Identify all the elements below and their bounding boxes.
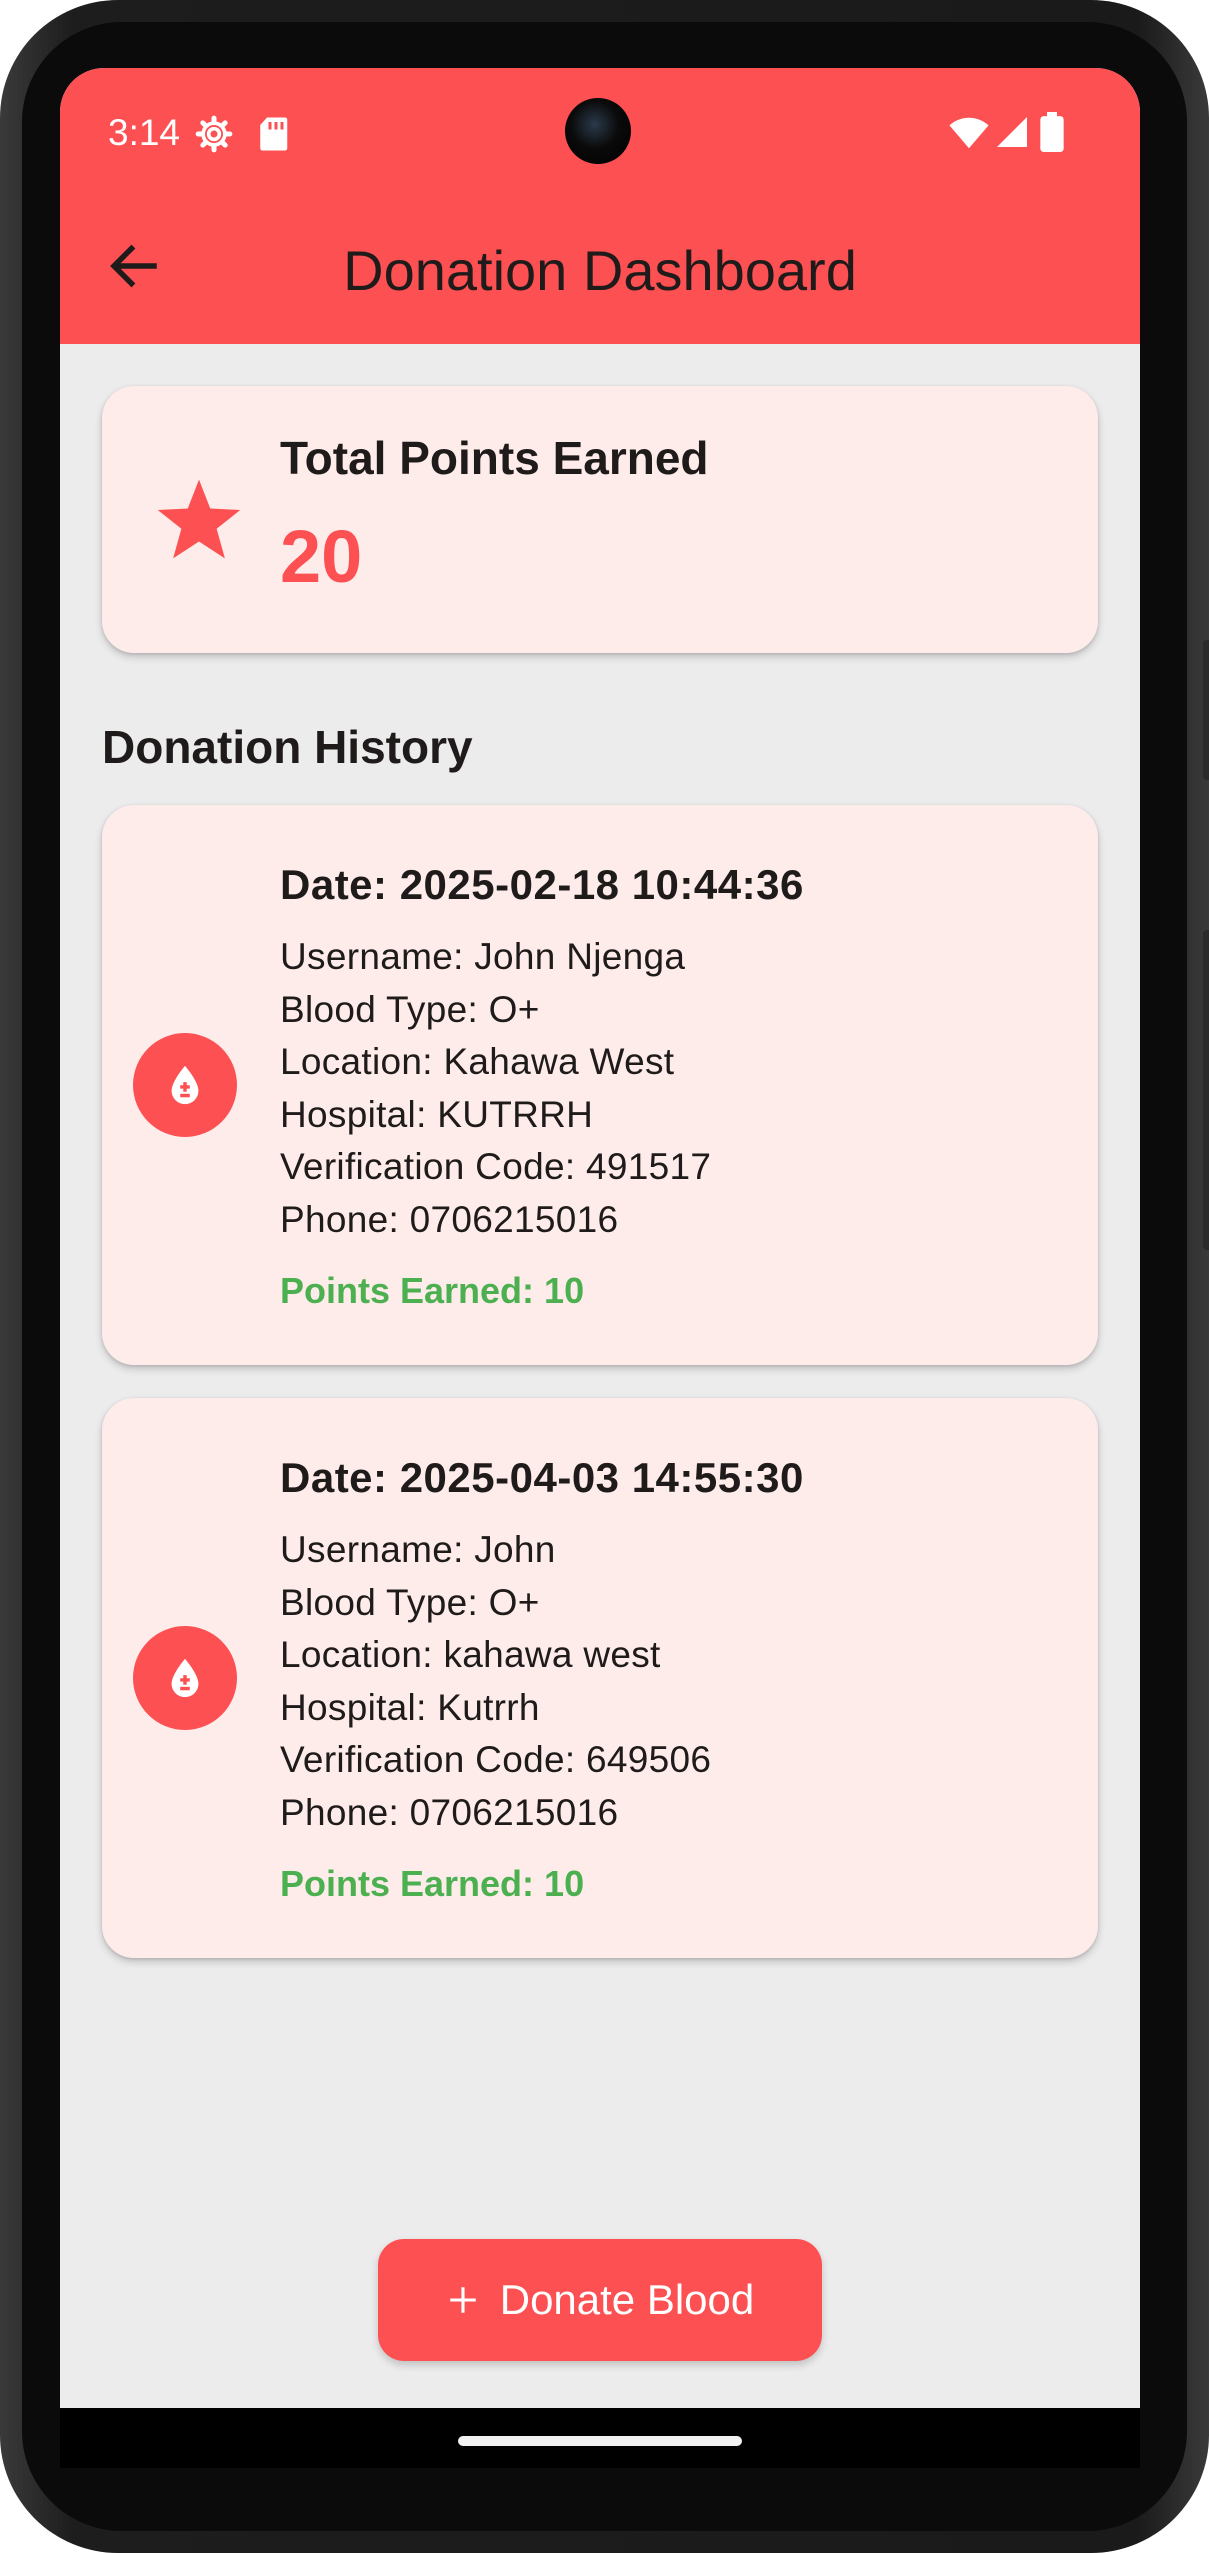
donation-phone: Phone: 0706215016: [280, 1791, 619, 1833]
app-header: 3:14 Donation Dashboard: [60, 68, 1140, 344]
donation-date: Date: 2025-04-03 14:55:30: [280, 1454, 804, 1501]
star-icon: [157, 479, 241, 559]
donation-hospital: Hospital: Kutrrh: [280, 1686, 540, 1728]
donation-points-earned: Points Earned: 10: [280, 1863, 585, 1904]
donation-details: Username: John Njenga Blood Type: O+ Loc…: [280, 931, 711, 1246]
screen: 3:14 Donation Dashboard Total Points Ear…: [60, 68, 1140, 2468]
total-points-value: 20: [280, 515, 363, 598]
donation-history-title: Donation History: [102, 721, 473, 773]
donation-details: Username: John Blood Type: O+ Location: …: [280, 1524, 711, 1839]
donation-location: Location: Kahawa West: [280, 1041, 675, 1082]
front-camera: [565, 98, 631, 164]
phone-frame: 3:14 Donation Dashboard Total Points Ear…: [0, 0, 1209, 2553]
donation-hospital: Hospital: KUTRRH: [280, 1093, 594, 1135]
blood-drop-badge: [133, 1626, 237, 1730]
settings-gear-icon: [195, 115, 233, 153]
blood-drop-icon: [171, 1658, 199, 1698]
donate-blood-label: Donate Blood: [499, 2276, 755, 2323]
volume-button: [1203, 930, 1209, 1250]
total-points-card: Total Points Earned 20: [102, 386, 1098, 653]
donate-blood-button[interactable]: Donate Blood: [378, 2239, 822, 2361]
wifi-icon: [949, 117, 989, 149]
donation-location: Location: kahawa west: [280, 1634, 661, 1675]
donation-phone: Phone: 0706215016: [280, 1198, 619, 1240]
blood-drop-icon: [171, 1065, 199, 1105]
donation-card: Date: 2025-02-18 10:44:36 Username: John…: [102, 805, 1098, 1365]
sd-card-icon: [260, 117, 288, 151]
navigation-bar: [60, 2408, 1140, 2468]
blood-drop-badge: [133, 1033, 237, 1137]
gesture-handle[interactable]: [458, 2436, 742, 2446]
donation-verification-code: Verification Code: 649506: [280, 1739, 712, 1780]
donation-verification-code: Verification Code: 491517: [280, 1146, 712, 1187]
donation-blood-type: Blood Type: O+: [280, 988, 540, 1030]
signal-icon: [997, 117, 1027, 147]
donation-blood-type: Blood Type: O+: [280, 1581, 540, 1623]
page-title: Donation Dashboard: [343, 239, 857, 302]
battery-icon: [1040, 112, 1064, 152]
donation-username: Username: John: [280, 1529, 556, 1570]
donation-username: Username: John Njenga: [280, 936, 686, 977]
donation-points-earned: Points Earned: 10: [280, 1270, 585, 1311]
status-time: 3:14: [108, 112, 181, 153]
plus-icon: [449, 2287, 476, 2313]
donation-card: Date: 2025-04-03 14:55:30 Username: John…: [102, 1398, 1098, 1958]
power-button: [1203, 640, 1209, 780]
donation-date: Date: 2025-02-18 10:44:36: [280, 861, 804, 908]
total-points-label: Total Points Earned: [280, 432, 709, 484]
status-bar: 3:14: [60, 68, 1140, 198]
